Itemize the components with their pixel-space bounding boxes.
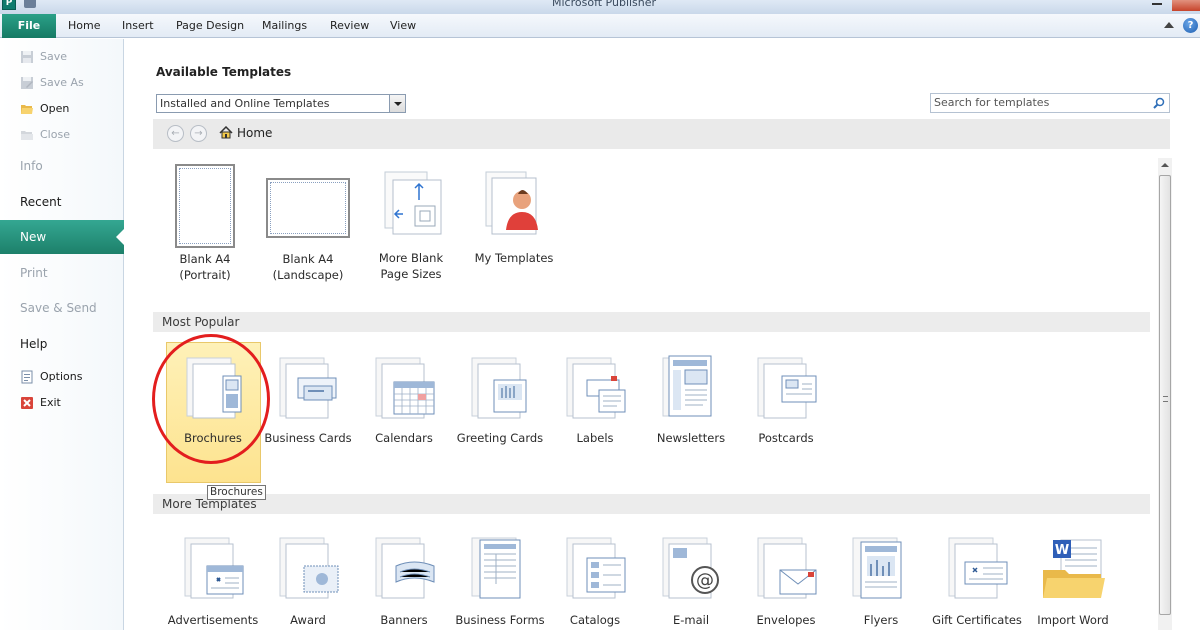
nav-help[interactable]: Help (0, 327, 124, 361)
tile-label-line1: More Blank (378, 251, 444, 265)
back-arrow-icon[interactable]: ← (167, 125, 184, 142)
my-templates-icon (485, 171, 538, 235)
available-templates-heading: Available Templates (156, 65, 292, 79)
email-icon: @ (662, 537, 719, 599)
save-label: Save (40, 50, 68, 63)
svg-text:@: @ (696, 570, 714, 591)
tab-insert[interactable]: Insert (122, 14, 154, 38)
scrollbar-grip-icon (1163, 396, 1168, 402)
newsletter-icon (662, 355, 712, 417)
options-label: Options (40, 370, 83, 383)
open-folder-icon (21, 105, 33, 114)
brochure-icon (186, 357, 242, 419)
template-navigation-bar: ← → Home (153, 119, 1170, 149)
breadcrumb-home-label: Home (237, 126, 273, 140)
advertisement-icon (184, 537, 244, 599)
award-certificate-icon (279, 537, 339, 599)
nav-save-send[interactable]: Save & Send (0, 291, 124, 325)
selection-arrow (116, 229, 124, 245)
search-templates-input[interactable]: Search for templates (930, 93, 1170, 113)
chevron-down-icon[interactable] (389, 95, 405, 112)
open-label: Open (40, 102, 70, 115)
open-command[interactable]: Open (0, 99, 124, 119)
templates-scrollbar[interactable] (1158, 158, 1172, 630)
svg-text:W: W (1055, 543, 1069, 558)
greeting-card-icon (471, 357, 527, 419)
exit-label: Exit (40, 396, 61, 409)
backstage-nav: Save Save As Open Close Info Recent New … (0, 39, 124, 630)
home-icon (219, 126, 233, 139)
tab-file[interactable]: File (2, 14, 56, 38)
import-word-icon: W (1043, 539, 1105, 598)
search-placeholder: Search for templates (934, 96, 1050, 109)
close-label: Close (40, 128, 70, 141)
template-source-value: Installed and Online Templates (160, 97, 330, 110)
ribbon-tab-bar: File Home Insert Page Design Mailings Re… (0, 14, 1200, 38)
tile-label-line2: (Landscape) (272, 268, 344, 282)
tile-label-line2: (Portrait) (179, 268, 231, 282)
business-form-icon (471, 537, 521, 599)
help-icon[interactable]: ? (1183, 18, 1198, 33)
label-icon (566, 357, 626, 419)
tile-label-line1: Blank A4 (179, 252, 231, 266)
search-icon[interactable] (1153, 97, 1165, 109)
flyer-icon (852, 537, 902, 599)
nav-print[interactable]: Print (0, 256, 124, 290)
save-icon (21, 51, 33, 63)
scrollbar-thumb[interactable] (1159, 175, 1171, 615)
exit-icon (21, 397, 33, 409)
close-window-button[interactable] (1172, 0, 1200, 11)
tab-page-design[interactable]: Page Design (176, 14, 244, 38)
catalog-icon (566, 537, 626, 599)
brochures-tooltip: Brochures (207, 485, 266, 500)
tile-label-line2: Page Sizes (380, 267, 442, 281)
nav-info[interactable]: Info (0, 149, 124, 183)
template-source-dropdown[interactable]: Installed and Online Templates (156, 94, 406, 113)
business-card-icon (279, 357, 337, 419)
nav-recent[interactable]: Recent (0, 185, 124, 219)
options-icon (21, 370, 33, 384)
minimize-icon[interactable] (1150, 0, 1164, 8)
exit-command[interactable]: Exit (0, 393, 124, 413)
tab-review[interactable]: Review (330, 14, 369, 38)
page-sizes-icon (384, 171, 442, 235)
quick-access-save-icon[interactable] (24, 0, 36, 8)
blank-portrait-page-icon (157, 164, 253, 248)
save-as-command[interactable]: Save As (0, 73, 124, 93)
tile-label-line1: Blank A4 (282, 252, 334, 266)
more-templates-header: More Templates (153, 494, 1150, 514)
close-command[interactable]: Close (0, 125, 124, 145)
scroll-up-icon[interactable] (1158, 158, 1172, 172)
tab-home[interactable]: Home (68, 14, 100, 38)
envelope-icon (757, 537, 817, 599)
save-command[interactable]: Save (0, 47, 124, 67)
gift-certificate-icon (948, 537, 1008, 599)
close-folder-icon (21, 131, 33, 140)
tile-label-line1: My Templates (474, 251, 554, 265)
window-title: Microsoft Publisher (552, 0, 657, 9)
most-popular-header: Most Popular (153, 312, 1150, 332)
postcard-icon (757, 357, 817, 419)
nav-new-label: New (20, 230, 47, 244)
tile-label: Postcards (758, 431, 814, 445)
breadcrumb-home[interactable]: Home (219, 126, 272, 142)
tile-label: Import Word (1037, 613, 1109, 627)
publisher-app-icon[interactable]: P (2, 0, 16, 10)
banner-icon (375, 537, 435, 599)
tab-mailings[interactable]: Mailings (262, 14, 307, 38)
save-as-label: Save As (40, 76, 84, 89)
nav-new[interactable]: New (0, 220, 124, 254)
minimize-ribbon-icon[interactable] (1164, 22, 1174, 28)
blank-landscape-page-icon (260, 164, 356, 248)
calendar-icon (375, 357, 435, 419)
title-bar: P Microsoft Publisher (0, 0, 1200, 14)
save-as-icon (21, 77, 33, 89)
options-command[interactable]: Options (0, 367, 124, 387)
forward-arrow-icon[interactable]: → (190, 125, 207, 142)
tab-view[interactable]: View (390, 14, 416, 38)
